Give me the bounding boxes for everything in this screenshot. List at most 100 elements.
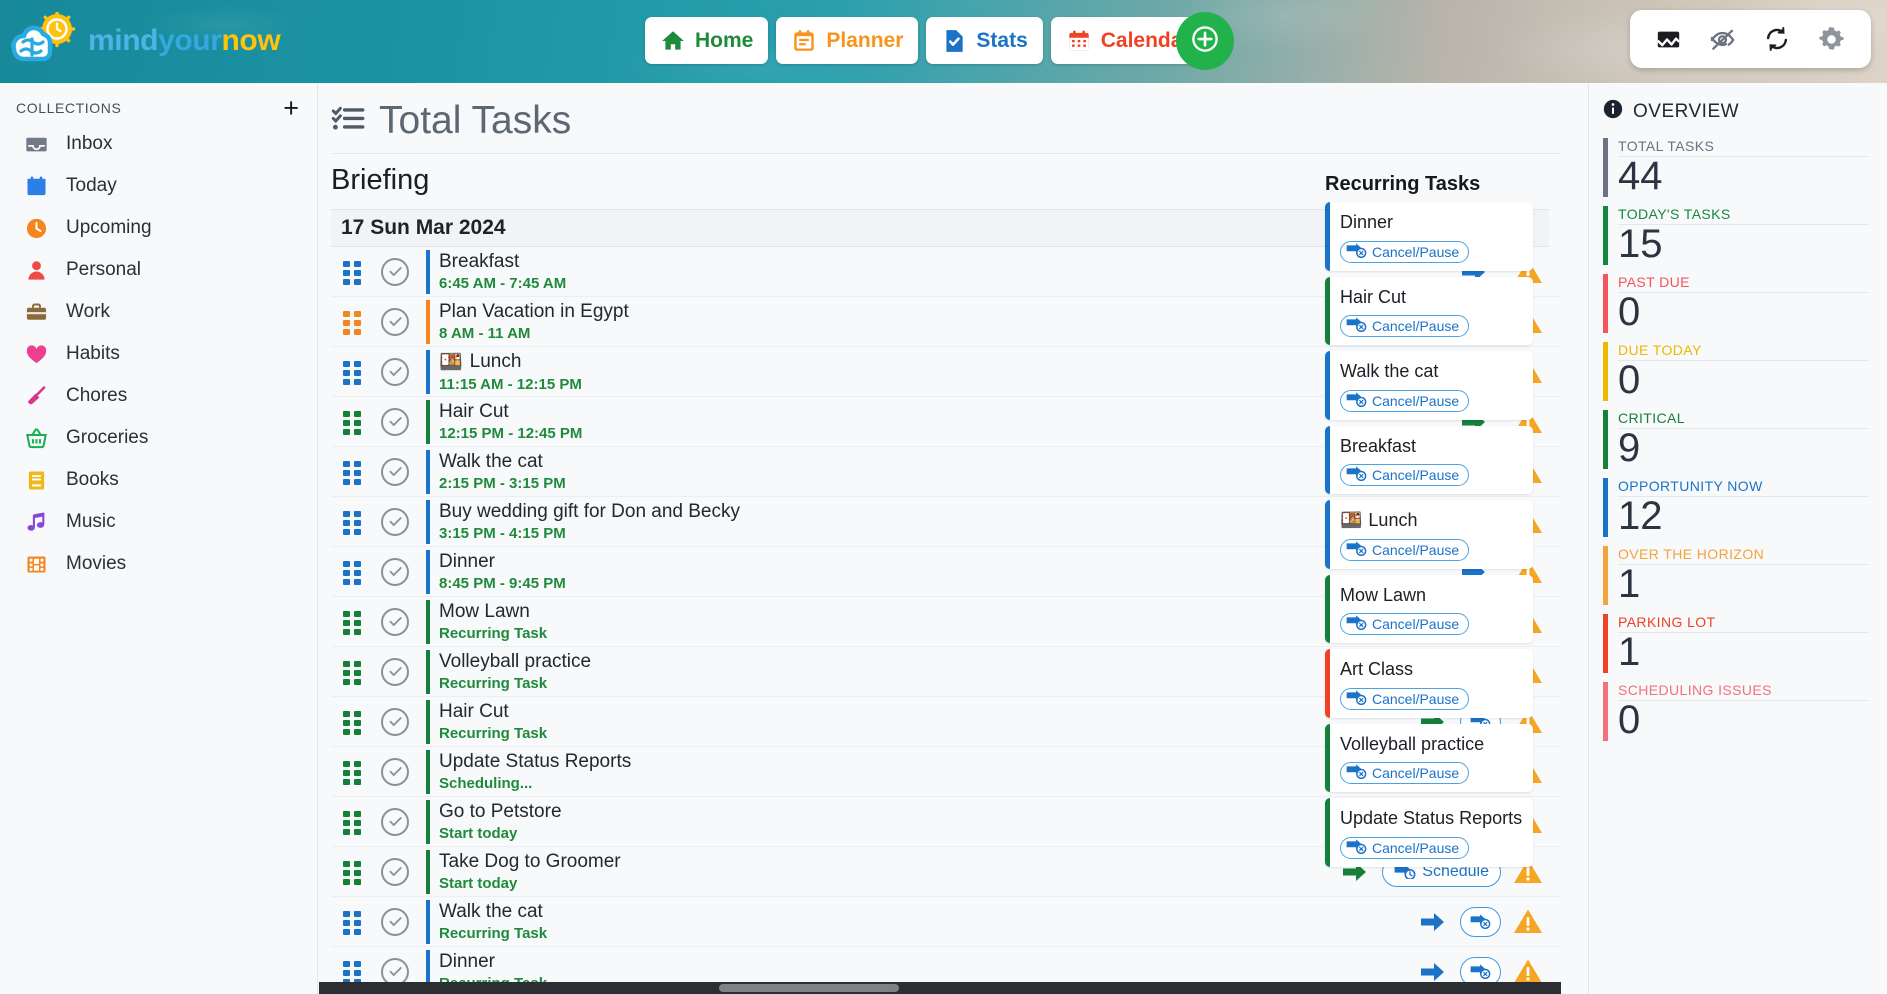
nav-home-button[interactable]: Home [645,17,768,64]
overview-stat: PAST DUE0 [1603,274,1869,333]
collections-list: InboxTodayUpcomingPersonal Work HabitsChor… [0,123,317,585]
task-complete-checkbox[interactable] [381,858,409,886]
task-complete-checkbox[interactable] [381,358,409,386]
nav-stats-button[interactable]: Stats [926,17,1042,64]
cancel-pause-button[interactable]: Cancel/Pause [1340,315,1469,337]
recurring-task-card[interactable]: Art ClassCancel/Pause [1325,649,1533,718]
recurring-task-card[interactable]: Update Status ReportsCancel/Pause [1325,798,1533,867]
clock-icon [24,216,48,240]
recurring-task-card[interactable]: Breakfast Cancel/Pause [1325,426,1533,495]
drag-handle-icon[interactable] [343,311,363,333]
cancel-pause-button[interactable]: Cancel/Pause [1340,390,1469,412]
sidebar-item-habits[interactable]: Habits [0,333,317,375]
sidebar-item-books[interactable]: Books [0,459,317,501]
cancel-schedule-icon [1346,541,1367,559]
sync-refresh-icon[interactable] [1763,25,1791,53]
sidebar-item-today[interactable]: Today [0,165,317,207]
drag-handle-icon[interactable] [343,711,363,733]
task-complete-checkbox[interactable] [381,608,409,636]
recurring-task-card[interactable]: Walk the catCancel/Pause [1325,351,1533,420]
warning-icon[interactable] [1511,958,1545,985]
sidebar-item-music[interactable]: Music [0,501,317,543]
cancel-pause-button[interactable]: Cancel/Pause [1340,613,1469,635]
add-task-button[interactable] [1176,12,1234,70]
sidebar-item-chores[interactable]: Chores [0,375,317,417]
briefcase-icon [24,300,48,324]
warning-icon[interactable] [1511,908,1545,935]
drag-handle-icon[interactable] [343,561,363,583]
task-complete-checkbox[interactable] [381,408,409,436]
drag-handle-icon[interactable] [343,961,363,983]
drag-handle-icon[interactable] [343,411,363,433]
drag-handle-icon[interactable] [343,811,363,833]
task-name-row: Dinner [439,551,1457,573]
task-subtitle: 8 AM - 11 AM [439,325,1416,342]
cancel-schedule-icon [1346,764,1367,782]
sidebar-item-label: Music [66,511,116,533]
cancel-schedule-button[interactable] [1460,907,1501,937]
cancel-pause-label: Cancel/Pause [1372,840,1459,856]
task-row[interactable]: Walk the catRecurring Task [331,897,1561,947]
drag-handle-icon[interactable] [343,511,363,533]
nav-planner-button[interactable]: Planner [776,17,918,64]
task-complete-checkbox[interactable] [381,508,409,536]
cancel-pause-button[interactable]: Cancel/Pause [1340,464,1469,486]
move-arrow-icon[interactable] [1416,911,1450,933]
recurring-task-card[interactable]: 🍱Lunch Cancel/Pause [1325,500,1533,569]
drag-handle-icon[interactable] [343,661,363,683]
task-name-row: Mow Lawn [439,601,1416,623]
horizontal-scrollbar[interactable] [319,982,1561,994]
cancel-pause-button[interactable]: Cancel/Pause [1340,762,1469,784]
drag-handle-icon[interactable] [343,461,363,483]
gear-settings-icon[interactable] [1817,25,1846,54]
app-logo[interactable]: mindyournow [10,12,280,70]
task-complete-checkbox[interactable] [381,558,409,586]
cancel-pause-button[interactable]: Cancel/Pause [1340,241,1469,263]
overview-stat: DUE TODAY0 [1603,342,1869,401]
sidebar-item-groceries[interactable]: Groceries [0,417,317,459]
drag-handle-icon[interactable] [343,361,363,383]
recurring-task-name-row: 🍱Lunch [1340,509,1523,532]
calendar-icon [24,174,48,198]
drag-handle-icon[interactable] [343,761,363,783]
task-details: Hair Cut12:15 PM - 12:45 PM [426,400,1457,444]
task-complete-checkbox[interactable] [381,908,409,936]
chart-icon[interactable] [1655,26,1682,53]
task-complete-checkbox[interactable] [381,658,409,686]
task-complete-checkbox[interactable] [381,708,409,736]
drag-handle-icon[interactable] [343,911,363,933]
task-complete-checkbox[interactable] [381,258,409,286]
drag-handle-icon[interactable] [343,861,363,883]
recurring-task-card[interactable]: Volleyball practiceCancel/Pause [1325,724,1533,793]
recurring-task-card[interactable]: Hair CutCancel/Pause [1325,277,1533,346]
cancel-pause-button[interactable]: Cancel/Pause [1340,539,1469,561]
recurring-task-card[interactable]: Dinner Cancel/Pause [1325,202,1533,271]
task-complete-checkbox[interactable] [381,308,409,336]
sidebar-item-work[interactable]: Work [0,291,317,333]
task-details: Buy wedding gift for Don and Becky3:15 P… [426,500,1416,544]
recurring-task-name: Dinner [1340,211,1393,234]
drag-handle-icon[interactable] [343,611,363,633]
planner-icon [791,28,817,54]
cancel-pause-button[interactable]: Cancel/Pause [1340,688,1469,710]
eye-slash-icon[interactable] [1708,25,1737,54]
move-arrow-icon[interactable] [1416,961,1450,983]
horizontal-scrollbar-thumb[interactable] [719,984,899,992]
sidebar-item-personal[interactable]: Personal [0,249,317,291]
task-complete-checkbox[interactable] [381,458,409,486]
cancel-pause-button[interactable]: Cancel/Pause [1340,837,1469,859]
recurring-task-card[interactable]: Mow LawnCancel/Pause [1325,575,1533,644]
task-subtitle: Start today [439,825,1338,842]
drag-handle-icon[interactable] [343,261,363,283]
recurring-task-name-row: Breakfast [1340,435,1523,458]
sidebar-item-inbox[interactable]: Inbox [0,123,317,165]
add-collection-icon[interactable]: + [283,99,299,117]
sidebar-item-label: Work [66,301,110,323]
sidebar-item-movies[interactable]: Movies [0,543,317,585]
task-complete-checkbox[interactable] [381,758,409,786]
collections-heading: COLLECTIONS [16,100,121,116]
plus-circle-icon [1190,24,1220,59]
task-details: Breakfast6:45 AM - 7:45 AM [426,250,1457,294]
task-complete-checkbox[interactable] [381,808,409,836]
sidebar-item-upcoming[interactable]: Upcoming [0,207,317,249]
